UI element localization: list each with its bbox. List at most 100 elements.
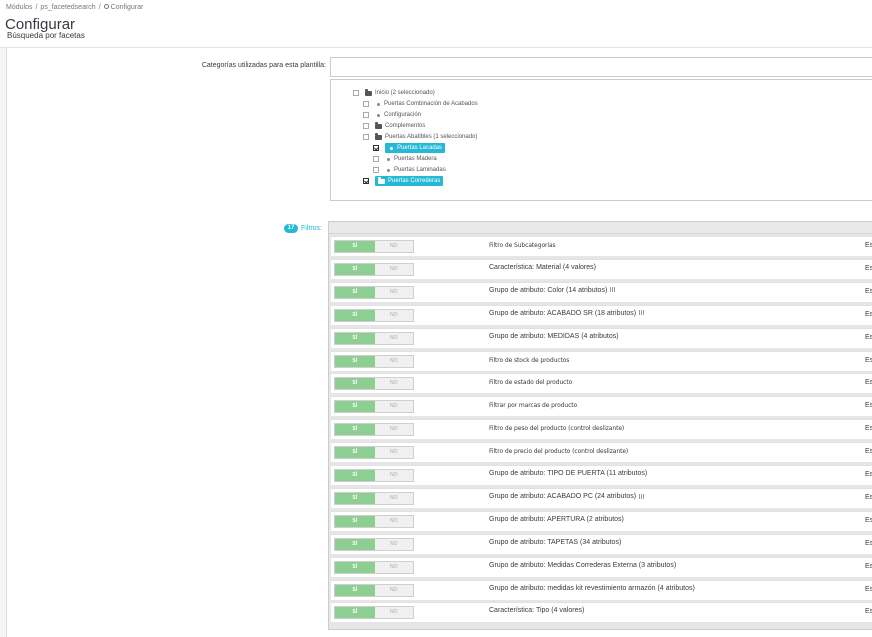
filter-toggle[interactable]: SÍ NO — [334, 262, 414, 276]
toggle-no-option[interactable]: NO — [375, 241, 414, 252]
filter-toggle[interactable]: SÍ NO — [334, 308, 414, 322]
tree-item[interactable]: Inicio (2 seleccionado) — [353, 88, 435, 98]
filter-type-select[interactable]: Est — [865, 402, 872, 409]
color-group-icon — [639, 310, 645, 316]
categories-search-input[interactable] — [330, 57, 872, 77]
filter-toggle[interactable]: SÍ NO — [334, 354, 414, 368]
tree-checkbox[interactable] — [373, 167, 379, 173]
tree-checkbox[interactable] — [363, 178, 369, 184]
toggle-no-option[interactable]: NO — [375, 356, 414, 367]
filter-toggle[interactable]: SÍ NO — [334, 331, 414, 345]
toggle-no-option[interactable]: NO — [375, 447, 414, 458]
filter-type-select[interactable]: Est — [865, 425, 872, 432]
toggle-no-option[interactable]: NO — [375, 562, 414, 573]
filter-toggle[interactable]: SÍ NO — [334, 285, 414, 299]
filter-type-select[interactable]: Est — [865, 288, 872, 295]
tree-checkbox[interactable] — [373, 156, 379, 162]
filter-type-select[interactable]: Est — [865, 608, 872, 615]
tree-checkbox[interactable] — [373, 145, 379, 151]
filter-row: SÍ NO Filtro de peso del producto (control… — [331, 419, 872, 440]
toggle-no-option[interactable]: NO — [375, 516, 414, 527]
toggle-yes-option[interactable]: SÍ — [335, 424, 375, 436]
filter-type-select[interactable]: Est — [865, 471, 872, 478]
filter-toggle[interactable]: SÍ NO — [334, 514, 414, 528]
toggle-yes-option[interactable]: SÍ — [335, 607, 375, 619]
breadcrumb-item-modules[interactable]: Módulos — [6, 4, 32, 11]
toggle-no-option[interactable]: NO — [375, 310, 414, 321]
filter-name: Grupo de atributo: Medidas Correderas Ex… — [489, 562, 676, 569]
tree-checkbox[interactable] — [363, 101, 369, 107]
tree-checkbox[interactable] — [363, 112, 369, 118]
filter-type-select[interactable]: Est — [865, 586, 872, 593]
dot-icon — [387, 157, 390, 161]
toggle-yes-option[interactable]: SÍ — [335, 447, 375, 459]
filter-type-select[interactable]: Est — [865, 517, 872, 524]
filter-toggle[interactable]: SÍ NO — [334, 423, 414, 437]
toggle-yes-option[interactable]: SÍ — [335, 492, 375, 504]
toggle-yes-option[interactable]: SÍ — [335, 309, 375, 321]
color-group-icon — [610, 287, 616, 293]
toggle-no-option[interactable]: NO — [375, 585, 414, 596]
toggle-no-option[interactable]: NO — [375, 378, 414, 389]
filter-type-select[interactable]: Est — [865, 357, 872, 364]
toggle-yes-option[interactable]: SÍ — [335, 355, 375, 367]
tree-item[interactable]: Puertas Abatibles (1 seleccionado) — [363, 132, 477, 142]
tree-item[interactable]: Configuración — [363, 110, 421, 120]
filter-toggle[interactable]: SÍ NO — [334, 446, 414, 460]
filter-type-select[interactable]: Est — [865, 265, 872, 272]
tree-item[interactable]: Puertas Correderas — [363, 176, 444, 186]
toggle-no-option[interactable]: NO — [375, 287, 414, 298]
toggle-yes-option[interactable]: SÍ — [335, 241, 375, 252]
filter-type-select[interactable]: Est — [865, 563, 872, 570]
toggle-yes-option[interactable]: SÍ — [335, 561, 375, 573]
filter-type-select[interactable]: Est — [865, 334, 872, 341]
filter-toggle[interactable]: SÍ NO — [334, 400, 414, 414]
toggle-no-option[interactable]: NO — [375, 607, 414, 618]
toggle-yes-option[interactable]: SÍ — [335, 470, 375, 481]
filter-toggle[interactable]: SÍ NO — [334, 583, 414, 597]
categories-label: Categorías utilizadas para esta plantill… — [201, 62, 326, 69]
tree-checkbox[interactable] — [363, 123, 369, 129]
filter-type-select[interactable]: Est — [865, 379, 872, 386]
toggle-yes-option[interactable]: SÍ — [335, 538, 375, 550]
filter-type-select[interactable]: Est — [865, 448, 872, 455]
filter-name: Grupo de atributo: medidas kit revestimi… — [489, 585, 695, 592]
tree-checkbox[interactable] — [353, 90, 359, 96]
toggle-no-option[interactable]: NO — [375, 264, 414, 275]
filter-name-text: Filtro de precio del producto (control d… — [489, 448, 629, 456]
toggle-no-option[interactable]: NO — [375, 493, 414, 504]
filter-toggle[interactable]: SÍ NO — [334, 560, 414, 574]
filter-toggle[interactable]: SÍ NO — [334, 537, 414, 551]
category-tree: Inicio (2 seleccionado) Puertas Combinaci… — [330, 79, 872, 201]
filter-toggle[interactable]: SÍ NO — [334, 606, 414, 620]
filter-toggle[interactable]: SÍ NO — [334, 491, 414, 505]
filter-type-select[interactable]: Est — [865, 540, 872, 547]
filter-toggle[interactable]: SÍ NO — [334, 469, 414, 482]
filter-type-select[interactable]: Est — [865, 242, 872, 249]
toggle-yes-option[interactable]: SÍ — [335, 263, 375, 275]
toggle-no-option[interactable]: NO — [375, 401, 414, 412]
tree-item[interactable]: Puertas Laminadas — [373, 165, 446, 175]
filter-toggle[interactable]: SÍ NO — [334, 240, 414, 253]
toggle-yes-option[interactable]: SÍ — [335, 401, 375, 413]
tree-item[interactable]: Puertas Madera — [373, 154, 437, 164]
filter-type-select[interactable]: Est — [865, 311, 872, 318]
filter-type-select[interactable]: Est — [865, 494, 872, 501]
toggle-no-option[interactable]: NO — [375, 539, 414, 550]
tree-item[interactable]: Puertas Combinación de Acabados — [363, 99, 478, 109]
tree-checkbox[interactable] — [363, 134, 369, 140]
toggle-yes-option[interactable]: SÍ — [335, 378, 375, 390]
filter-name-text: Característica: Material (4 valores) — [489, 263, 596, 271]
toggle-yes-option[interactable]: SÍ — [335, 332, 375, 344]
toggle-no-option[interactable]: NO — [375, 333, 414, 344]
toggle-no-option[interactable]: NO — [375, 424, 414, 435]
dot-icon — [390, 146, 393, 150]
tree-item[interactable]: Complementos — [363, 121, 425, 131]
tree-item[interactable]: Puertas Lacadas — [373, 143, 446, 153]
toggle-yes-option[interactable]: SÍ — [335, 584, 375, 596]
filter-toggle[interactable]: SÍ NO — [334, 377, 414, 391]
toggle-yes-option[interactable]: SÍ — [335, 286, 375, 298]
toggle-no-option[interactable]: NO — [375, 470, 414, 481]
breadcrumb-item-module[interactable]: ps_facetedsearch — [40, 4, 95, 11]
toggle-yes-option[interactable]: SÍ — [335, 515, 375, 527]
